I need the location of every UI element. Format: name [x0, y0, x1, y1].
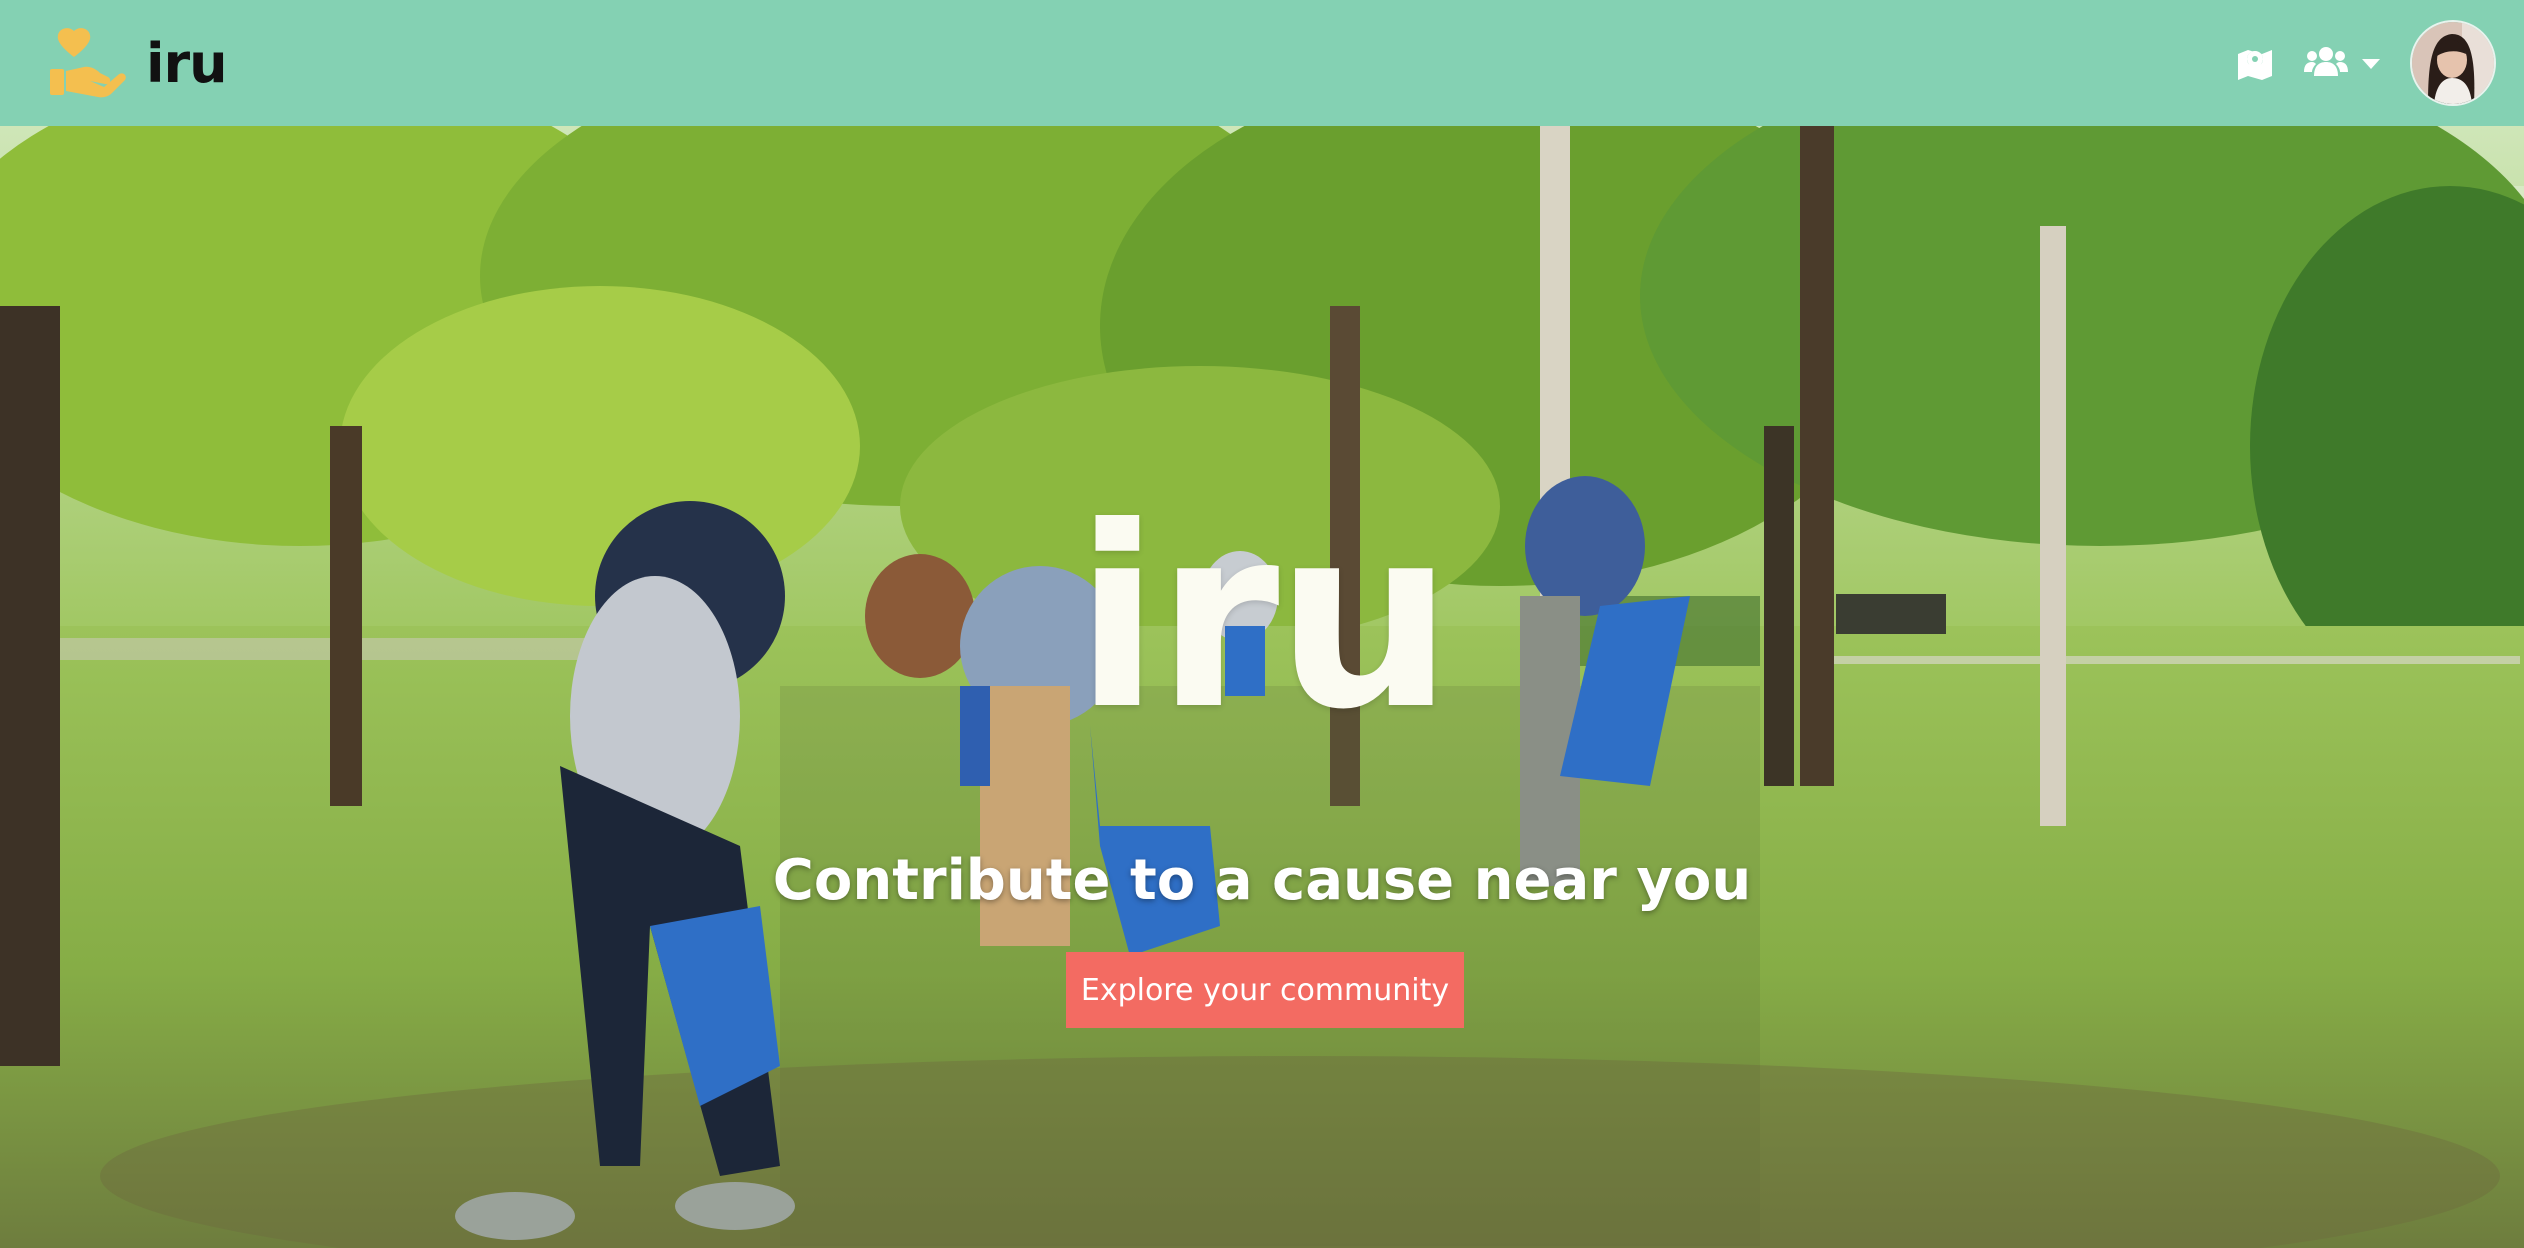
- map-pin-icon[interactable]: [2236, 46, 2274, 80]
- hero-content: iru Contribute to a cause near you Explo…: [0, 126, 2524, 1248]
- community-menu-toggle[interactable]: [2304, 46, 2380, 80]
- hero-title: iru: [1074, 473, 1454, 764]
- hand-holding-heart-icon: [48, 27, 128, 99]
- nav-actions: [2236, 20, 2496, 106]
- user-avatar[interactable]: [2410, 20, 2496, 106]
- hero-section: iru Contribute to a cause near you Explo…: [0, 126, 2524, 1248]
- caret-down-icon: [2362, 54, 2380, 73]
- brand-name: iru: [146, 31, 228, 95]
- brand-home-link[interactable]: iru: [48, 27, 228, 99]
- top-navbar: iru: [0, 0, 2524, 126]
- users-icon: [2304, 46, 2348, 80]
- hero-tagline: Contribute to a cause near you: [772, 848, 1752, 913]
- explore-community-button[interactable]: Explore your community: [1066, 952, 1464, 1028]
